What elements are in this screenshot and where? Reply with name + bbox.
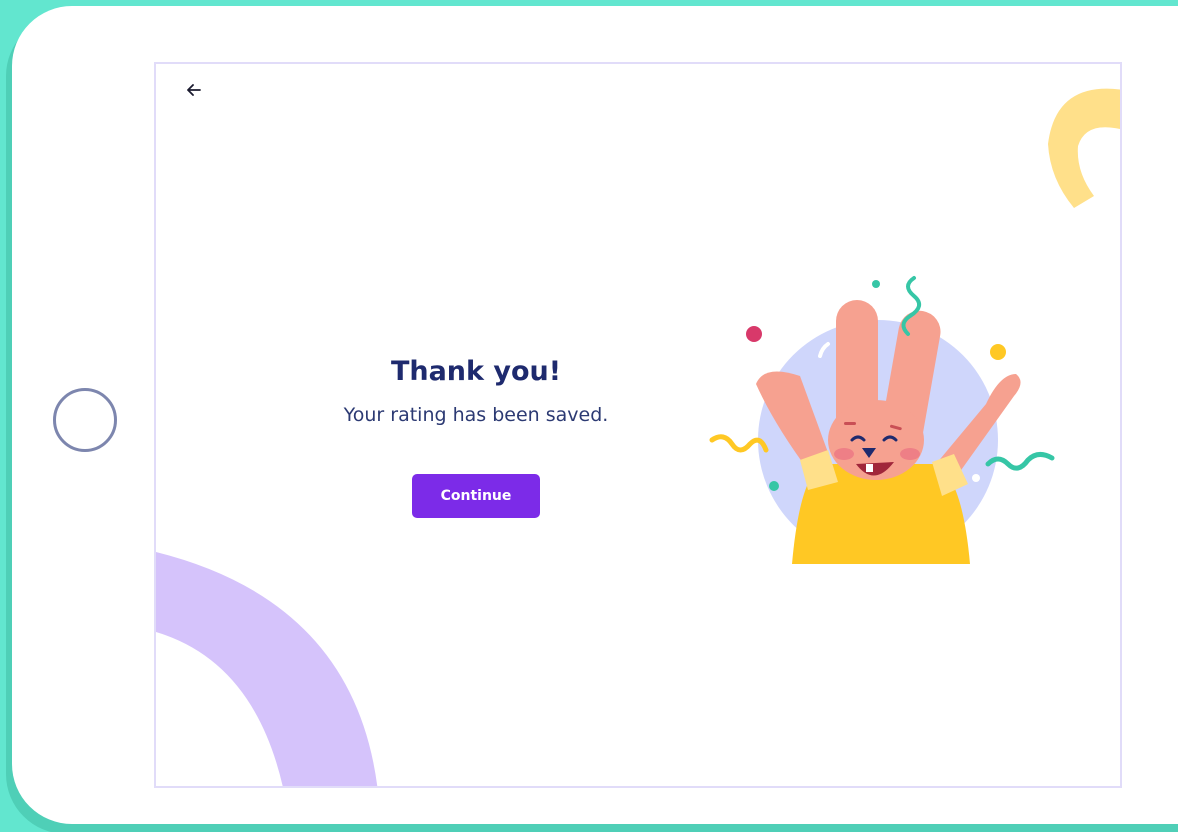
purple-arc-decoration	[156, 552, 378, 786]
continue-button[interactable]: Continue	[412, 474, 540, 518]
confirmation-message: Your rating has been saved.	[343, 404, 609, 426]
celebrating-bunny-illustration	[709, 276, 1055, 570]
back-button[interactable]	[182, 78, 206, 102]
yellow-arc-decoration	[1048, 88, 1120, 208]
back-arrow-icon	[187, 84, 201, 96]
tablet-frame: Thank you! Your rating has been saved. C…	[12, 6, 1178, 824]
page-title: Thank you!	[390, 356, 562, 387]
app-screen: Thank you! Your rating has been saved. C…	[154, 62, 1122, 788]
home-button[interactable]	[53, 388, 117, 452]
confirmation-panel: Thank you! Your rating has been saved. C…	[306, 354, 646, 518]
